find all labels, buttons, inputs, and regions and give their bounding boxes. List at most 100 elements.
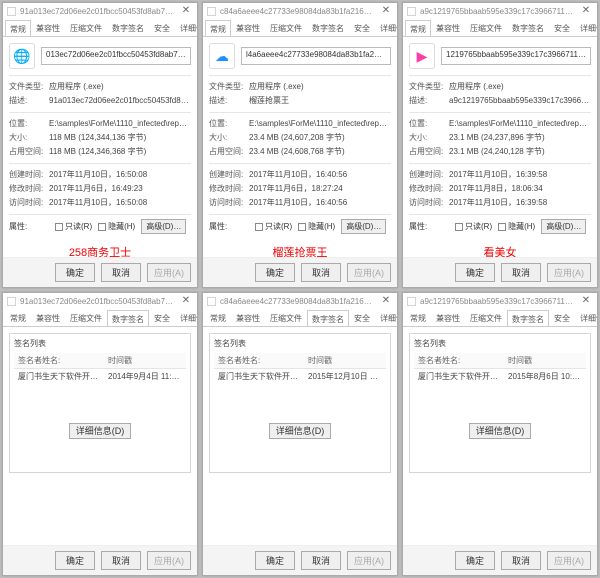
tab-4[interactable]: 安全 — [349, 19, 375, 36]
ok-button[interactable]: 确定 — [255, 551, 295, 570]
tab-2[interactable]: 压缩文件 — [265, 309, 307, 326]
tab-5[interactable]: 详细信息 — [375, 19, 397, 36]
tab-0[interactable]: 常规 — [5, 20, 31, 37]
cancel-button[interactable]: 取消 — [301, 551, 341, 570]
tab-1[interactable]: 兼容性 — [231, 19, 265, 36]
tab-3[interactable]: 数字签名 — [507, 310, 549, 327]
tab-4[interactable]: 安全 — [349, 309, 375, 326]
hidden-checkbox[interactable]: 隐藏(H) — [98, 221, 135, 232]
filename-input[interactable]: 1219765bbaab595e339c17c3966711f9ac654.ex… — [441, 47, 591, 65]
value: 91a013ec72d06ee2c01fbcc50453fd8ab779eb54… — [49, 94, 191, 108]
value: E:\samples\ForMe\1110_infected\report\ca… — [449, 117, 591, 131]
caption-label: 榴莲抢票王 — [209, 244, 391, 257]
apply-button[interactable]: 应用(A) — [547, 263, 591, 282]
tab-2[interactable]: 压缩文件 — [65, 19, 107, 36]
tab-2[interactable]: 压缩文件 — [465, 19, 507, 36]
tab-3[interactable]: 数字签名 — [507, 19, 549, 36]
signer-value: 厦门书生天下软件开发有限公司 — [414, 369, 504, 384]
window-title: a9c1219765bbaab595e339c17c3966711f9ac654… — [420, 296, 575, 307]
close-icon[interactable]: ✕ — [579, 6, 593, 16]
tab-5[interactable]: 详细信息 — [175, 309, 197, 326]
tab-5[interactable]: 详细信息 — [375, 309, 397, 326]
close-icon[interactable]: ✕ — [179, 296, 193, 306]
tab-0[interactable]: 常规 — [405, 309, 431, 326]
tab-2[interactable]: 压缩文件 — [65, 309, 107, 326]
label: 位置: — [409, 117, 449, 131]
tab-2[interactable]: 压缩文件 — [465, 309, 507, 326]
value: 118 MB (124,346,368 字节) — [49, 145, 191, 159]
close-icon[interactable]: ✕ — [379, 6, 393, 16]
properties-window: 91a013ec72d06ee2c01fbcc50453fd8ab779eb54… — [2, 2, 198, 288]
apply-button[interactable]: 应用(A) — [347, 263, 391, 282]
tab-5[interactable]: 详细信息 — [175, 19, 197, 36]
advanced-button[interactable]: 高级(D)… — [541, 219, 586, 234]
tab-1[interactable]: 兼容性 — [231, 309, 265, 326]
hidden-checkbox[interactable]: 隐藏(H) — [298, 221, 335, 232]
tab-1[interactable]: 兼容性 — [31, 19, 65, 36]
filename-input[interactable]: 013ec72d06ee2c01fbcc50453fd8ab779eb54.ex… — [41, 47, 191, 65]
ok-button[interactable]: 确定 — [55, 551, 95, 570]
info-row: 描述:a9c1219765bbaab595e339c17c3966711f9ac… — [409, 94, 591, 108]
apply-button[interactable]: 应用(A) — [147, 551, 191, 570]
tab-2[interactable]: 压缩文件 — [265, 19, 307, 36]
value: 2017年11月10日，16:40:56 — [249, 168, 391, 182]
tab-4[interactable]: 安全 — [549, 19, 575, 36]
info-row: 访问时间:2017年11月10日，16:50:08 — [9, 196, 191, 210]
close-icon[interactable]: ✕ — [179, 6, 193, 16]
apply-button[interactable]: 应用(A) — [347, 551, 391, 570]
ok-button[interactable]: 确定 — [455, 551, 495, 570]
readonly-checkbox[interactable]: 只读(R) — [255, 221, 292, 232]
tab-0[interactable]: 常规 — [5, 309, 31, 326]
value: 118 MB (124,344,136 字节) — [49, 131, 191, 145]
tab-4[interactable]: 安全 — [149, 309, 175, 326]
tab-5[interactable]: 详细信息 — [575, 19, 597, 36]
signature-group: 签名列表签名者姓名:时间戳厦门书生天下软件开发有限公司2014年9月4日 11:… — [9, 333, 191, 473]
label: 描述: — [209, 94, 249, 108]
tab-3[interactable]: 数字签名 — [107, 310, 149, 327]
readonly-checkbox[interactable]: 只读(R) — [55, 221, 92, 232]
dialog-footer: 确定取消应用(A) — [403, 545, 597, 575]
table-row[interactable]: 厦门书生天下软件开发有限公司2014年9月4日 11:32:31 — [14, 369, 186, 384]
hidden-checkbox[interactable]: 隐藏(H) — [498, 221, 535, 232]
tab-4[interactable]: 安全 — [149, 19, 175, 36]
cancel-button[interactable]: 取消 — [301, 263, 341, 282]
tab-5[interactable]: 详细信息 — [575, 309, 597, 326]
close-icon[interactable]: ✕ — [379, 296, 393, 306]
table-row[interactable]: 厦门书生天下软件开发有限公司2015年8月6日 10:31:56 — [414, 369, 586, 384]
table-row[interactable]: 厦门书生天下软件开发有限公司2015年12月10日 15:17:24 — [214, 369, 386, 384]
label: 位置: — [209, 117, 249, 131]
ok-button[interactable]: 确定 — [255, 263, 295, 282]
cancel-button[interactable]: 取消 — [501, 551, 541, 570]
properties-window: c84a6aeee4c27733e98084da83b1fa21620c694.… — [202, 2, 398, 288]
cancel-button[interactable]: 取消 — [101, 551, 141, 570]
tab-0[interactable]: 常规 — [405, 20, 431, 37]
value: E:\samples\ForMe\1110_infected\report\ca… — [249, 117, 391, 131]
value: 2017年11月10日，16:40:56 — [249, 196, 391, 210]
details-button[interactable]: 详细信息(D) — [469, 423, 532, 439]
tab-3[interactable]: 数字签名 — [307, 19, 349, 36]
tab-1[interactable]: 兼容性 — [431, 309, 465, 326]
cancel-button[interactable]: 取消 — [101, 263, 141, 282]
tab-1[interactable]: 兼容性 — [431, 19, 465, 36]
info-row: 创建时间:2017年11月10日，16:50:08 — [9, 168, 191, 182]
details-button[interactable]: 详细信息(D) — [269, 423, 332, 439]
tab-1[interactable]: 兼容性 — [31, 309, 65, 326]
apply-button[interactable]: 应用(A) — [547, 551, 591, 570]
readonly-checkbox[interactable]: 只读(R) — [455, 221, 492, 232]
advanced-button[interactable]: 高级(D)… — [141, 219, 186, 234]
tab-0[interactable]: 常规 — [205, 20, 231, 37]
close-icon[interactable]: ✕ — [579, 296, 593, 306]
tab-3[interactable]: 数字签名 — [307, 310, 349, 327]
tab-0[interactable]: 常规 — [205, 309, 231, 326]
apply-button[interactable]: 应用(A) — [147, 263, 191, 282]
ok-button[interactable]: 确定 — [455, 263, 495, 282]
advanced-button[interactable]: 高级(D)… — [341, 219, 386, 234]
filename-input[interactable]: l4a6aeee4c27733e98084da83b1fa21620c694.e… — [241, 47, 391, 65]
tab-3[interactable]: 数字签名 — [107, 19, 149, 36]
label: 文件类型: — [9, 80, 49, 94]
details-button[interactable]: 详细信息(D) — [69, 423, 132, 439]
info-row: 创建时间:2017年11月10日，16:40:56 — [209, 168, 391, 182]
cancel-button[interactable]: 取消 — [501, 263, 541, 282]
tab-4[interactable]: 安全 — [549, 309, 575, 326]
ok-button[interactable]: 确定 — [55, 263, 95, 282]
